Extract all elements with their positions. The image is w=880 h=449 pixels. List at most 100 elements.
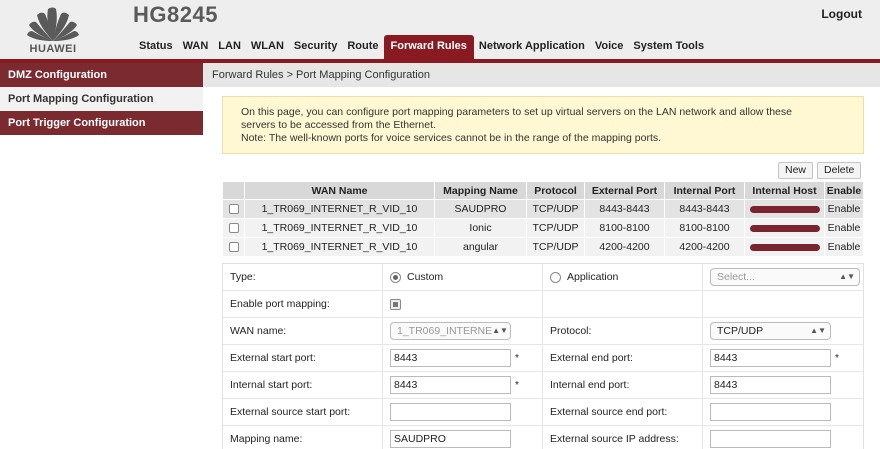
breadcrumb: Forward Rules > Port Mapping Configurati…: [203, 63, 880, 87]
protocol-select[interactable]: TCP/UDP ▲▼: [710, 322, 831, 340]
custom-radio[interactable]: [390, 271, 401, 283]
cell-wan: 1_TR069_INTERNET_R_VID_10: [244, 199, 435, 219]
col-internal-port: Internal Port: [664, 181, 745, 200]
new-button[interactable]: New: [778, 162, 814, 179]
application-radio[interactable]: [550, 271, 561, 283]
note-line-1: On this page, you can configure port map…: [241, 106, 792, 118]
nav-status[interactable]: Status: [134, 35, 178, 59]
cell-ext-port: 8100-8100: [584, 218, 665, 238]
nav-lan[interactable]: LAN: [213, 35, 246, 59]
sidebar-item-dmz[interactable]: DMZ Configuration: [0, 63, 203, 87]
cell-name: SAUDPRO: [434, 199, 527, 219]
sidebar: DMZ Configuration Port Mapping Configura…: [0, 63, 203, 449]
table-row[interactable]: 1_TR069_INTERNET_R_VID_10 angular TCP/UD…: [222, 237, 864, 257]
nav-security[interactable]: Security: [289, 35, 342, 59]
cell-host: [744, 237, 825, 257]
cell-int-port: 8100-8100: [664, 218, 745, 238]
ext-start-cell: *: [383, 345, 543, 371]
src-start-port-input[interactable]: [390, 403, 511, 421]
form-row-external-ports: External start port: * External end port…: [223, 345, 863, 372]
col-wan-name: WAN Name: [244, 181, 435, 200]
cell-ext-port: 4200-4200: [584, 237, 665, 257]
application-select-cell: Select... ▲▼: [703, 264, 863, 290]
src-start-label: External source start port:: [223, 399, 383, 425]
row-checkbox[interactable]: [228, 204, 239, 215]
info-note: On this page, you can configure port map…: [222, 96, 864, 154]
cell-enable: Enable: [824, 199, 864, 219]
cell-protocol: TCP/UDP: [526, 237, 585, 257]
ext-end-port-input[interactable]: [710, 349, 831, 367]
required-mark: *: [515, 352, 519, 364]
ext-end-label: External end port:: [543, 345, 703, 371]
cell-ext-port: 8443-8443: [584, 199, 665, 219]
cell-enable: Enable: [824, 237, 864, 257]
cell-name: Ionic: [434, 218, 527, 238]
empty-cell: [543, 291, 703, 317]
nav-wan[interactable]: WAN: [178, 35, 214, 59]
enable-port-mapping-checkbox[interactable]: [390, 298, 401, 310]
int-start-port-input[interactable]: [390, 376, 511, 394]
wan-name-select[interactable]: 1_TR069_INTERNE ▲▼: [390, 322, 511, 340]
col-internal-host: Internal Host: [744, 181, 825, 200]
application-select-value: Select...: [717, 271, 755, 283]
protocol-value: TCP/UDP: [717, 325, 764, 337]
delete-button[interactable]: Delete: [817, 162, 862, 179]
cell-name: angular: [434, 237, 527, 257]
type-application-option[interactable]: Application: [543, 264, 703, 290]
huawei-petal-icon: [27, 7, 79, 41]
ext-start-port-input[interactable]: [390, 349, 511, 367]
table-row[interactable]: 1_TR069_INTERNET_R_VID_10 Ionic TCP/UDP …: [222, 218, 864, 238]
enable-cell: [383, 291, 543, 317]
cell-protocol: TCP/UDP: [526, 218, 585, 238]
select-arrows-icon: ▲▼: [810, 326, 826, 335]
src-end-port-input[interactable]: [710, 403, 831, 421]
logout-link[interactable]: Logout: [821, 7, 862, 21]
sidebar-item-port-mapping[interactable]: Port Mapping Configuration: [0, 87, 203, 111]
ext-end-cell: *: [703, 345, 863, 371]
cell-enable: Enable: [824, 218, 864, 238]
nav-wlan[interactable]: WLAN: [246, 35, 289, 59]
port-mapping-table: WAN Name Mapping Name Protocol External …: [222, 181, 864, 257]
form-row-type: Type: Custom Application Select... ▲▼: [223, 264, 863, 291]
mapping-name-input[interactable]: [390, 430, 511, 448]
wan-name-label: WAN name:: [223, 318, 383, 344]
application-label: Application: [567, 271, 619, 283]
required-mark: *: [515, 379, 519, 391]
int-end-port-input[interactable]: [710, 376, 831, 394]
redacted-host: [749, 224, 820, 232]
huawei-logo: HUAWEI: [22, 3, 84, 59]
cell-host: [744, 218, 825, 238]
sidebar-item-port-trigger[interactable]: Port Trigger Configuration: [0, 111, 203, 135]
header: HUAWEI HG8245 Logout Status WAN LAN WLAN…: [0, 0, 880, 62]
nav-forward-rules[interactable]: Forward Rules: [383, 35, 474, 59]
table-row[interactable]: 1_TR069_INTERNET_R_VID_10 SAUDPRO TCP/UD…: [222, 199, 864, 219]
select-arrows-icon: ▲▼: [839, 272, 855, 281]
model-title: HG8245: [133, 2, 218, 27]
type-label: Type:: [223, 264, 383, 290]
nav-route[interactable]: Route: [342, 35, 383, 59]
type-custom-option[interactable]: Custom: [383, 264, 543, 290]
redacted-host: [749, 205, 820, 213]
row-checkbox-cell: [222, 218, 245, 238]
nav-system-tools[interactable]: System Tools: [628, 35, 709, 59]
int-end-label: Internal end port:: [543, 372, 703, 398]
note-line-2: servers to be accessed from the Ethernet…: [241, 119, 436, 131]
custom-label: Custom: [407, 271, 444, 283]
cell-protocol: TCP/UDP: [526, 199, 585, 219]
row-checkbox[interactable]: [228, 242, 239, 253]
col-protocol: Protocol: [526, 181, 585, 200]
brand-text: HUAWEI: [29, 43, 77, 55]
src-ip-input[interactable]: [710, 430, 831, 448]
int-start-label: Internal start port:: [223, 372, 383, 398]
application-select[interactable]: Select... ▲▼: [710, 268, 860, 286]
row-checkbox-cell: [222, 199, 245, 219]
row-checkbox[interactable]: [228, 223, 239, 234]
int-end-cell: [703, 372, 863, 398]
mapping-name-label: Mapping name:: [223, 426, 383, 449]
nav-voice[interactable]: Voice: [590, 35, 629, 59]
cell-host: [744, 199, 825, 219]
select-arrows-icon: ▲▼: [492, 326, 508, 335]
cell-int-port: 4200-4200: [664, 237, 745, 257]
row-checkbox-cell: [222, 237, 245, 257]
nav-network-application[interactable]: Network Application: [474, 35, 590, 59]
